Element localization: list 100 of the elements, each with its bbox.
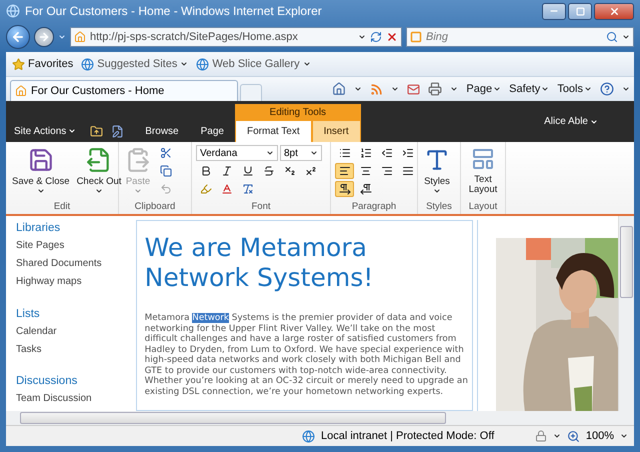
- nav-item[interactable]: Site Pages: [16, 240, 136, 251]
- nav-item[interactable]: Tasks: [16, 344, 136, 354]
- stop-icon[interactable]: [386, 31, 398, 43]
- copy-icon: [160, 165, 172, 177]
- folder-icon[interactable]: [90, 124, 104, 138]
- group-label: Layout: [468, 201, 498, 214]
- search-box[interactable]: Bing: [406, 27, 634, 47]
- search-icon[interactable]: [606, 31, 618, 43]
- zoom-level[interactable]: 100%: [586, 430, 614, 442]
- align-left-button[interactable]: [335, 163, 354, 179]
- text-direction-button[interactable]: [335, 181, 354, 197]
- minimize-button[interactable]: [542, 2, 566, 20]
- printer-icon[interactable]: [428, 82, 442, 96]
- favorites-bar-item[interactable]: Suggested Sites: [81, 58, 188, 70]
- user-menu[interactable]: Alice Able: [538, 115, 604, 128]
- home-icon[interactable]: [332, 82, 346, 96]
- font-size-select[interactable]: 8pt: [280, 145, 322, 161]
- lock-icon[interactable]: [534, 430, 547, 442]
- vertical-scrollbar[interactable]: [618, 216, 634, 411]
- text-direction-icon: [338, 183, 350, 195]
- site-actions-menu[interactable]: Site Actions: [10, 120, 80, 142]
- caret-icon: [134, 187, 142, 195]
- caret-icon: [552, 432, 561, 440]
- forward-button[interactable]: [34, 27, 54, 47]
- ribbon-tab[interactable]: Insert: [312, 121, 361, 142]
- command-menu[interactable]: Tools: [557, 83, 592, 95]
- nav-heading[interactable]: Lists: [16, 308, 136, 320]
- cut-icon: [160, 147, 172, 159]
- undo-icon: [160, 183, 172, 195]
- nav-item[interactable]: Shared Documents: [16, 258, 136, 269]
- nav-item[interactable]: Team Discussion: [16, 393, 136, 404]
- nav-heading[interactable]: Discussions: [16, 375, 136, 387]
- address-field[interactable]: http://pj-sps-scratch/SitePages/Home.aspx: [70, 27, 402, 47]
- security-zone: Local intranet | Protected Mode: Off: [321, 430, 496, 442]
- strikethrough-icon: [262, 165, 274, 177]
- caret-icon: [493, 85, 502, 93]
- page-heading: We are Metamora Network Systems!: [144, 233, 374, 293]
- star-icon: [12, 58, 25, 70]
- refresh-icon[interactable]: [370, 31, 382, 43]
- font-color-icon: [220, 183, 232, 195]
- body-paragraph: Metamora Network Systems is the premier provider of data and voice networking for the Upper Flint River Valley. We’ll take on the most difficult challenges and have a large roster of satisfied customers from Hadley to Dryden, from Lum to Oxford. We have special experience with high-speed data networks and work closely with both Michigan Bell and GTE to provide our customers with top-notch wide-area connectivity. Whether you’re looking at an OC-32 circuit or merely need to upgrade an existing DSL connection, we’re your hometown networking experts.: [144, 313, 468, 397]
- font-name-select[interactable]: Verdana: [196, 145, 278, 161]
- caret-icon: [36, 187, 45, 195]
- subscript-icon: [284, 165, 296, 177]
- group-label: Edit: [52, 201, 72, 214]
- caret-icon: [433, 187, 441, 195]
- ribbon-tab[interactable]: Format Text: [234, 121, 312, 142]
- caret-icon: [58, 33, 66, 41]
- close-icon: [608, 6, 620, 16]
- maximize-button[interactable]: [568, 2, 592, 20]
- caret-icon: [620, 432, 628, 440]
- url-text: http://pj-sps-scratch/SitePages/Home.aspx: [90, 31, 299, 43]
- zoom-icon: [566, 430, 580, 442]
- align-justify-icon: [402, 165, 414, 177]
- nav-item[interactable]: Calendar: [16, 326, 136, 336]
- outdent-icon: [380, 147, 392, 159]
- intranet-icon: [302, 430, 315, 442]
- window-title: For Our Customers - Home - Windows Internet Explorer: [25, 4, 323, 18]
- ribbon-tab[interactable]: Browse: [134, 120, 190, 142]
- check-out-button[interactable]: Check Out: [74, 145, 124, 201]
- nav-heading[interactable]: Libraries: [16, 222, 136, 234]
- edit-page-icon[interactable]: [111, 124, 124, 138]
- caret-icon: [68, 127, 76, 135]
- search-field[interactable]: Bing: [426, 29, 602, 45]
- site-icon: [15, 85, 27, 97]
- back-button[interactable]: [6, 25, 30, 49]
- command-menu[interactable]: Page: [466, 83, 502, 95]
- help-icon[interactable]: [600, 82, 614, 96]
- feed-icon[interactable]: [370, 82, 384, 96]
- caret-icon: [622, 33, 630, 41]
- browser-tab[interactable]: For Our Customers - Home: [10, 80, 238, 101]
- close-button[interactable]: [594, 2, 634, 20]
- caret-icon: [354, 85, 362, 93]
- ribbon-tab[interactable]: Page: [190, 120, 235, 142]
- save-close-button[interactable]: Save & Close: [10, 145, 72, 201]
- caret-icon: [391, 85, 400, 93]
- text-layout-button[interactable]: Text Layout: [465, 145, 501, 201]
- command-menu[interactable]: Safety: [509, 83, 550, 95]
- align-left-icon: [338, 165, 350, 177]
- caret-icon: [584, 85, 592, 93]
- caret-icon: [450, 85, 458, 93]
- superscript-icon: [304, 165, 316, 177]
- align-center-icon: [360, 165, 372, 177]
- favorites-bar-item[interactable]: Web Slice Gallery: [196, 58, 311, 70]
- forward-arrow-icon: [38, 31, 50, 43]
- group-label: Styles: [425, 201, 453, 214]
- caret-icon: [358, 33, 366, 41]
- editor-area[interactable]: [136, 220, 474, 411]
- numbering-icon: [360, 147, 372, 159]
- favorites-bar-item[interactable]: Favorites: [12, 58, 74, 70]
- nav-item[interactable]: Highway maps: [16, 276, 136, 287]
- horizontal-scrollbar[interactable]: [6, 411, 634, 425]
- mail-icon[interactable]: [407, 82, 420, 96]
- highlight-icon: [200, 183, 212, 195]
- styles-button[interactable]: Styles: [422, 145, 452, 201]
- caret-icon: [541, 85, 550, 93]
- caret-icon: [180, 60, 188, 68]
- text-direction-icon: [360, 183, 372, 195]
- caret-icon: [310, 149, 318, 157]
- document-icon: [86, 147, 112, 173]
